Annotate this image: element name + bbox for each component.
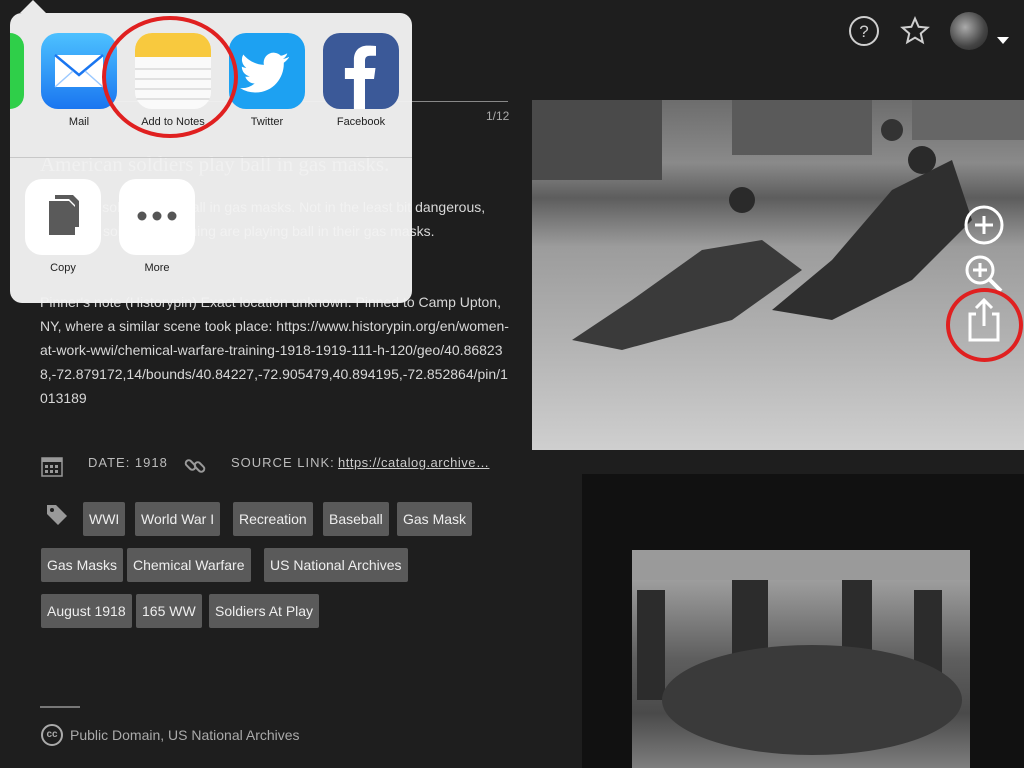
share-action-label: More	[144, 262, 170, 274]
tag-icon	[45, 503, 69, 532]
license-text: Public Domain, US National Archives	[70, 727, 300, 743]
tag[interactable]: Soldiers At Play	[209, 594, 320, 628]
link-icon	[183, 454, 207, 483]
magnify-icon[interactable]	[963, 253, 1003, 293]
tag[interactable]: Chemical Warfare	[127, 548, 251, 582]
star-icon[interactable]	[899, 15, 931, 47]
more-button[interactable]	[119, 179, 195, 255]
secondary-photo[interactable]	[632, 550, 970, 768]
avatar[interactable]	[950, 12, 988, 50]
share-app-label: Twitter	[250, 116, 284, 128]
tag[interactable]: WWI	[83, 502, 126, 536]
tag[interactable]: 165 WW	[136, 594, 202, 628]
highlight-circle	[946, 288, 1023, 362]
divider	[40, 706, 80, 708]
messages-icon[interactable]	[10, 33, 24, 109]
facebook-icon[interactable]	[323, 33, 399, 109]
share-action-label: Copy	[50, 262, 76, 274]
help-icon[interactable]: ?	[848, 15, 880, 47]
item-notes: Pinner's note (Historypin) Exact locatio…	[40, 294, 509, 406]
copy-icon	[45, 193, 81, 242]
calendar-icon	[41, 455, 63, 482]
tag[interactable]: World War I	[135, 502, 221, 536]
share-app-label: Mail	[68, 116, 90, 128]
tag[interactable]: Gas Mask	[397, 502, 473, 536]
tag[interactable]: Baseball	[323, 502, 389, 536]
more-icon	[137, 208, 177, 226]
tag[interactable]: US National Archives	[264, 548, 408, 582]
share-app-label: Facebook	[336, 116, 386, 128]
twitter-icon[interactable]	[229, 33, 305, 109]
copy-button[interactable]	[25, 179, 101, 255]
chevron-down-icon[interactable]	[997, 37, 1009, 44]
item-counter: 1/12	[486, 109, 510, 123]
share-sheet-arrow	[20, 0, 46, 13]
tag[interactable]: Gas Masks	[41, 548, 124, 582]
source-link[interactable]: https://catalog.archive…	[338, 455, 489, 470]
main-photo[interactable]	[532, 100, 1024, 450]
share-sheet-divider	[10, 157, 412, 158]
highlight-circle	[102, 16, 238, 138]
tag[interactable]: August 1918	[41, 594, 132, 628]
item-date: DATE: 1918	[88, 455, 168, 470]
svg-text:?: ?	[859, 22, 868, 41]
zoom-in-icon[interactable]	[963, 204, 1005, 246]
creative-commons-icon: cc	[41, 724, 63, 746]
source-label: SOURCE LINK:	[231, 455, 335, 470]
tag[interactable]: Recreation	[233, 502, 313, 536]
